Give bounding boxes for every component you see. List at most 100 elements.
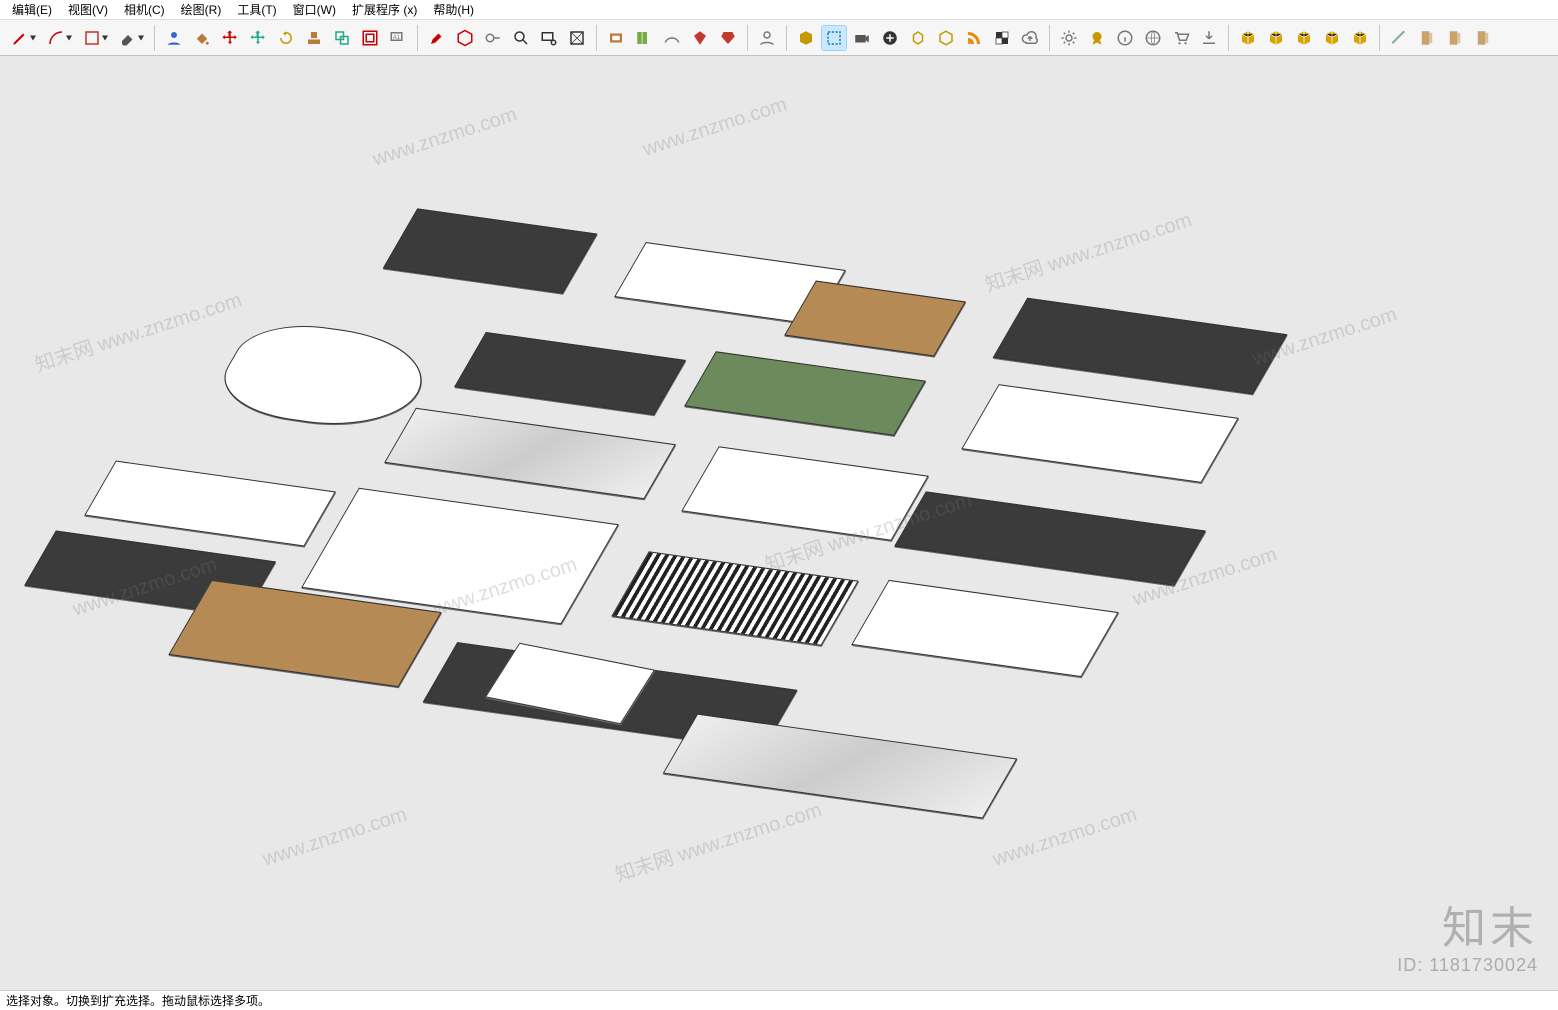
model-object[interactable] <box>784 280 966 356</box>
text-label-button[interactable]: A1 <box>385 25 411 51</box>
watermark-id: ID: 1181730024 <box>1397 955 1538 976</box>
tape-measure-button[interactable] <box>480 25 506 51</box>
rotate-button[interactable] <box>273 25 299 51</box>
download-button[interactable] <box>1196 25 1222 51</box>
model-object[interactable] <box>383 208 598 293</box>
menu-view[interactable]: 视图(V) <box>60 0 116 20</box>
zoom-button[interactable] <box>508 25 534 51</box>
box-split-button[interactable] <box>1291 25 1317 51</box>
paint-bucket-button[interactable] <box>189 25 215 51</box>
menu-help[interactable]: 帮助(H) <box>425 0 482 20</box>
zoom-extents-button[interactable] <box>564 25 590 51</box>
box-hint-button[interactable] <box>1347 25 1373 51</box>
gear-button[interactable] <box>1056 25 1082 51</box>
component-button[interactable] <box>452 25 478 51</box>
paint-bucket-icon <box>193 29 211 47</box>
globe-button[interactable] <box>1140 25 1166 51</box>
watermark-text: www.znzmo.com <box>990 803 1140 871</box>
pencil-button[interactable] <box>6 25 40 51</box>
menu-draw[interactable]: 绘图(R) <box>173 0 230 20</box>
menu-edit[interactable]: 编辑(E) <box>4 0 60 20</box>
watermark-text: www.znzmo.com <box>260 803 410 871</box>
text-label-icon: A1 <box>389 29 407 47</box>
toolbar-separator <box>1049 25 1050 51</box>
model-object[interactable] <box>681 446 929 541</box>
model-object[interactable] <box>684 351 926 436</box>
eyedropper-button[interactable] <box>424 25 450 51</box>
chevron-down-icon <box>30 35 36 40</box>
shape-button[interactable] <box>78 25 112 51</box>
badge-icon <box>1088 29 1106 47</box>
svg-text:A1: A1 <box>393 34 401 40</box>
model-object[interactable] <box>961 384 1239 483</box>
model-object[interactable] <box>611 551 859 646</box>
model-object[interactable] <box>454 332 686 415</box>
model-object[interactable] <box>84 461 336 547</box>
toolbar-group <box>599 25 745 51</box>
panel3-button[interactable] <box>1470 25 1496 51</box>
toolbar-separator <box>596 25 597 51</box>
checker-icon <box>993 29 1011 47</box>
model-object[interactable] <box>993 298 1288 395</box>
pushpull-icon <box>305 29 323 47</box>
chevron-down-icon <box>138 35 144 40</box>
box-union-button[interactable] <box>1319 25 1345 51</box>
library-button[interactable] <box>631 25 657 51</box>
cube-wire-button[interactable] <box>905 25 931 51</box>
status-bar: 选择对象。切换到扩充选择。拖动鼠标选择多项。 <box>0 990 1558 1010</box>
ruby-button[interactable] <box>715 25 741 51</box>
panel3-icon <box>1474 29 1492 47</box>
panel1-button[interactable] <box>1414 25 1440 51</box>
menu-extensions[interactable]: 扩展程序 (x) <box>344 0 425 20</box>
model-object[interactable] <box>894 491 1206 585</box>
pushpull-button[interactable] <box>301 25 327 51</box>
menu-tools[interactable]: 工具(T) <box>229 0 284 20</box>
move-red-icon <box>221 29 239 47</box>
offset-button[interactable] <box>357 25 383 51</box>
select-box-button[interactable] <box>821 25 847 51</box>
sandbox-button[interactable] <box>659 25 685 51</box>
model-viewport[interactable]: 知末网 www.znzmo.com www.znzmo.com www.znzm… <box>0 56 1558 990</box>
arc-button[interactable] <box>42 25 76 51</box>
move-red-button[interactable] <box>217 25 243 51</box>
knife-button[interactable] <box>1386 25 1412 51</box>
user-icon <box>758 29 776 47</box>
box-outer-icon <box>1267 29 1285 47</box>
dynamic-button[interactable] <box>603 25 629 51</box>
select-people-button[interactable] <box>161 25 187 51</box>
toolbar-group <box>789 25 1047 51</box>
user-button[interactable] <box>754 25 780 51</box>
toolbar-group: A1 <box>157 25 415 51</box>
box-solid-icon <box>1239 29 1257 47</box>
panel2-button[interactable] <box>1442 25 1468 51</box>
checker-button[interactable] <box>989 25 1015 51</box>
model-object[interactable] <box>663 714 1018 819</box>
library-icon <box>635 29 653 47</box>
move-green-button[interactable] <box>245 25 271 51</box>
hex-button[interactable] <box>933 25 959 51</box>
toolbar-row: A1 <box>0 20 1558 56</box>
shape-icon <box>83 29 101 47</box>
info-button[interactable] <box>1112 25 1138 51</box>
cloud-up-button[interactable] <box>1017 25 1043 51</box>
select-box-icon <box>825 29 843 47</box>
model-object[interactable] <box>851 580 1119 677</box>
badge-button[interactable] <box>1084 25 1110 51</box>
menu-window[interactable]: 窗口(W) <box>285 0 344 20</box>
offset-icon <box>361 29 379 47</box>
arc-icon <box>47 29 65 47</box>
eraser-button[interactable] <box>114 25 148 51</box>
box-outer-button[interactable] <box>1263 25 1289 51</box>
watermark-text: 知末网 www.znzmo.com <box>31 283 245 377</box>
rss-button[interactable] <box>961 25 987 51</box>
box-solid-button[interactable] <box>1235 25 1261 51</box>
cart-button[interactable] <box>1168 25 1194 51</box>
package-button[interactable] <box>793 25 819 51</box>
scale-button[interactable] <box>329 25 355 51</box>
add-circle-button[interactable] <box>877 25 903 51</box>
gem-button[interactable] <box>687 25 713 51</box>
zoom-window-icon <box>540 29 558 47</box>
menu-camera[interactable]: 相机(C) <box>116 0 173 20</box>
zoom-window-button[interactable] <box>536 25 562 51</box>
camera-button[interactable] <box>849 25 875 51</box>
